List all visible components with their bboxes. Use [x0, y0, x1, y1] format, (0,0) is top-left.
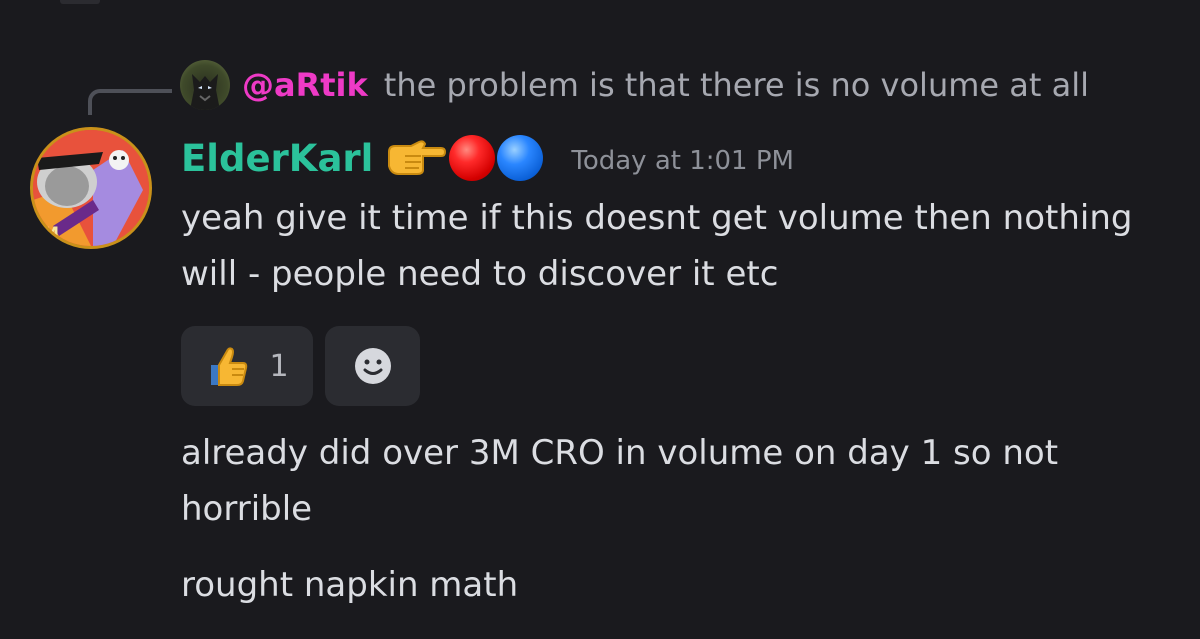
chat-message-area: @aRtik the problem is that there is no v… — [0, 0, 1200, 639]
reactions-bar: 1 — [181, 326, 420, 406]
previous-message-edge — [60, 0, 100, 4]
thumbs-up-emoji-icon — [211, 347, 248, 386]
reply-preview[interactable]: @aRtik the problem is that there is no v… — [180, 60, 1089, 110]
message-header: ElderKarl Today at 1:01 PM — [181, 130, 794, 186]
message-line: yeah give it time if this doesnt get vol… — [181, 198, 1133, 294]
svg-text:M: M — [43, 223, 59, 242]
timestamp[interactable]: Today at 1:01 PM — [571, 146, 794, 176]
red-circle-emoji-icon — [449, 135, 496, 181]
add-reaction-button[interactable] — [325, 326, 420, 406]
reply-connector-line — [88, 89, 172, 115]
reply-mention[interactable]: @aRtik — [242, 66, 368, 104]
message-line: already did over 3M CRO in volume on day… — [181, 433, 1059, 529]
pointing-right-emoji-icon — [388, 140, 447, 175]
reaction-count: 1 — [269, 348, 289, 384]
blue-circle-emoji-icon — [497, 135, 544, 181]
reply-text[interactable]: the problem is that there is no volume a… — [384, 66, 1089, 104]
smiley-face-icon — [354, 348, 391, 384]
reply-author-avatar[interactable] — [180, 60, 230, 110]
pirate-avatar-icon: M — [33, 130, 149, 246]
message-line: rought napkin math — [181, 565, 519, 605]
author-avatar[interactable]: M — [33, 130, 149, 246]
username[interactable]: ElderKarl — [181, 137, 373, 180]
wolf-avatar-icon — [190, 74, 220, 110]
reaction-thumbs-up[interactable]: 1 — [181, 326, 313, 406]
